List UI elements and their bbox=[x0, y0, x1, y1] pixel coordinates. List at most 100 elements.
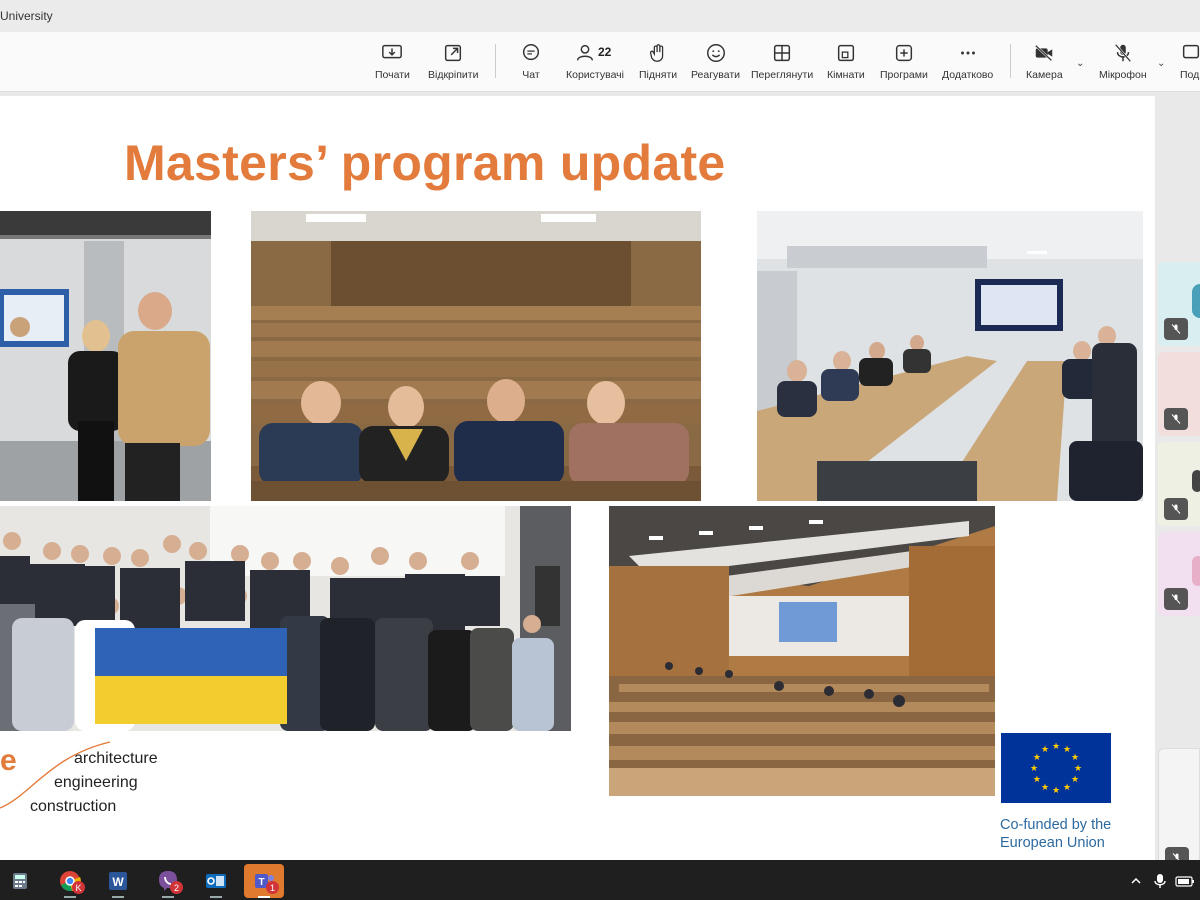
chevron-up-icon[interactable] bbox=[1124, 864, 1148, 898]
toolbar-divider bbox=[495, 44, 496, 78]
share-button[interactable]: Под bbox=[1180, 42, 1200, 88]
calculator-icon[interactable] bbox=[0, 864, 40, 898]
meeting-toolbar: Почати Відкріпити Чат 22 Користувачі Під… bbox=[0, 32, 1200, 92]
teams-icon[interactable]: T 1 bbox=[244, 864, 284, 898]
viber-badge: 2 bbox=[170, 881, 183, 894]
chrome-icon[interactable]: K bbox=[50, 864, 90, 898]
camera-options-chevron-icon[interactable]: ⌄ bbox=[1076, 58, 1084, 69]
apps-button[interactable]: Програми bbox=[880, 42, 928, 88]
eu-star-icon: ★ bbox=[1030, 764, 1038, 774]
project-logo: e architecture engineering construction bbox=[0, 736, 200, 816]
photo-lecture-hall-four-people bbox=[251, 211, 701, 501]
participant-tile[interactable] bbox=[1158, 352, 1200, 436]
eu-star-icon: ★ bbox=[1041, 745, 1049, 755]
raise-hand-button[interactable]: Підняти bbox=[639, 42, 677, 88]
eu-flag-icon: ★ ★ ★ ★ ★ ★ ★ ★ ★ ★ ★ ★ bbox=[1001, 733, 1111, 803]
rooms-icon bbox=[837, 44, 854, 62]
share-icon bbox=[1182, 44, 1200, 59]
apps-label: Програми bbox=[880, 69, 928, 81]
photo-group-ukrainian-flag bbox=[0, 506, 571, 731]
microphone-options-chevron-icon[interactable]: ⌄ bbox=[1157, 58, 1165, 69]
chat-button[interactable]: Чат bbox=[520, 42, 542, 88]
eu-star-icon: ★ bbox=[1063, 745, 1071, 755]
viber-icon[interactable]: 2 bbox=[148, 864, 188, 898]
eu-star-icon: ★ bbox=[1071, 753, 1079, 763]
start-share-label: Почати bbox=[375, 69, 410, 81]
battery-wifi-icon[interactable] bbox=[1172, 864, 1200, 898]
microphone-button[interactable]: Мікрофон bbox=[1099, 42, 1147, 88]
mic-muted-icon bbox=[1164, 588, 1188, 610]
microphone-tray-icon[interactable] bbox=[1150, 864, 1170, 898]
eu-text-line1: Co-funded by the bbox=[1000, 817, 1112, 833]
camera-off-icon bbox=[1035, 44, 1053, 62]
eu-star-icon: ★ bbox=[1052, 786, 1060, 796]
svg-text:T: T bbox=[258, 877, 264, 888]
chat-icon bbox=[522, 44, 540, 61]
running-indicator bbox=[162, 896, 174, 898]
running-indicator bbox=[258, 896, 270, 898]
participant-tile[interactable] bbox=[1158, 532, 1200, 616]
window-title: University bbox=[0, 9, 53, 23]
people-count: 22 bbox=[598, 45, 612, 59]
people-icon bbox=[576, 44, 594, 61]
people-button[interactable]: 22 Користувачі bbox=[564, 42, 626, 88]
eu-star-icon: ★ bbox=[1033, 753, 1041, 763]
svg-text:W: W bbox=[112, 875, 124, 889]
eu-star-icon: ★ bbox=[1063, 783, 1071, 793]
photo-two-people bbox=[0, 211, 211, 501]
logo-line-engineering: engineering bbox=[54, 774, 138, 791]
react-label: Реагувати bbox=[691, 69, 741, 81]
hand-icon bbox=[650, 44, 664, 62]
mic-off-icon bbox=[1114, 43, 1132, 63]
people-icon-wrap: 22 bbox=[564, 42, 626, 64]
more-button[interactable]: Додатково bbox=[942, 42, 993, 88]
running-indicator bbox=[112, 896, 124, 898]
mic-muted-icon bbox=[1164, 498, 1188, 520]
more-icon bbox=[960, 51, 975, 55]
eu-star-icon: ★ bbox=[1074, 764, 1082, 774]
slide-title: Masters’ program update bbox=[124, 135, 726, 191]
more-label: Додатково bbox=[942, 69, 994, 81]
eu-cofunded-text: Co-funded by the European Union bbox=[1000, 816, 1111, 852]
eu-star-icon: ★ bbox=[1071, 775, 1079, 785]
apps-plus-icon bbox=[895, 44, 912, 62]
view-button[interactable]: Переглянути bbox=[751, 42, 813, 88]
react-button[interactable]: Реагувати bbox=[691, 42, 740, 88]
grid-icon bbox=[774, 44, 791, 62]
popout-button[interactable]: Відкріпити bbox=[428, 42, 478, 88]
shared-slide: Masters’ program update e architecture e… bbox=[0, 96, 1155, 860]
participant-tile[interactable] bbox=[1158, 442, 1200, 526]
share-label: Под bbox=[1180, 69, 1200, 81]
avatar bbox=[1192, 470, 1200, 492]
logo-letter: e bbox=[0, 744, 17, 777]
popout-label: Відкріпити bbox=[428, 69, 479, 81]
participant-strip bbox=[1158, 262, 1200, 876]
mic-muted-icon bbox=[1164, 408, 1188, 430]
start-share-button[interactable]: Почати bbox=[375, 42, 410, 88]
popout-icon bbox=[445, 44, 462, 62]
chat-label: Чат bbox=[522, 69, 540, 81]
eu-star-icon: ★ bbox=[1033, 775, 1041, 785]
share-screen-icon bbox=[382, 44, 403, 59]
photo-meeting-room bbox=[757, 211, 1143, 501]
participant-tile[interactable] bbox=[1158, 748, 1200, 876]
participant-tile[interactable] bbox=[1158, 262, 1200, 346]
eu-text-line2: European Union bbox=[1000, 835, 1105, 851]
word-icon[interactable]: W bbox=[98, 864, 138, 898]
toolbar-divider bbox=[1010, 44, 1011, 78]
meeting-stage: Masters’ program update e architecture e… bbox=[0, 92, 1200, 876]
outlook-icon[interactable] bbox=[196, 864, 236, 898]
running-indicator bbox=[210, 896, 222, 898]
logo-line-construction: construction bbox=[30, 798, 117, 815]
camera-label: Камера bbox=[1026, 69, 1063, 81]
logo-line-architecture: architecture bbox=[74, 750, 158, 767]
mic-muted-icon bbox=[1164, 318, 1188, 340]
running-indicator bbox=[64, 896, 76, 898]
rooms-label: Кімнати bbox=[827, 69, 865, 81]
camera-button[interactable]: Камера bbox=[1026, 42, 1063, 88]
teams-badge: 1 bbox=[266, 881, 279, 894]
microphone-label: Мікрофон bbox=[1099, 69, 1147, 81]
chrome-badge: K bbox=[72, 881, 85, 894]
eu-star-icon: ★ bbox=[1041, 783, 1049, 793]
rooms-button[interactable]: Кімнати bbox=[827, 42, 865, 88]
